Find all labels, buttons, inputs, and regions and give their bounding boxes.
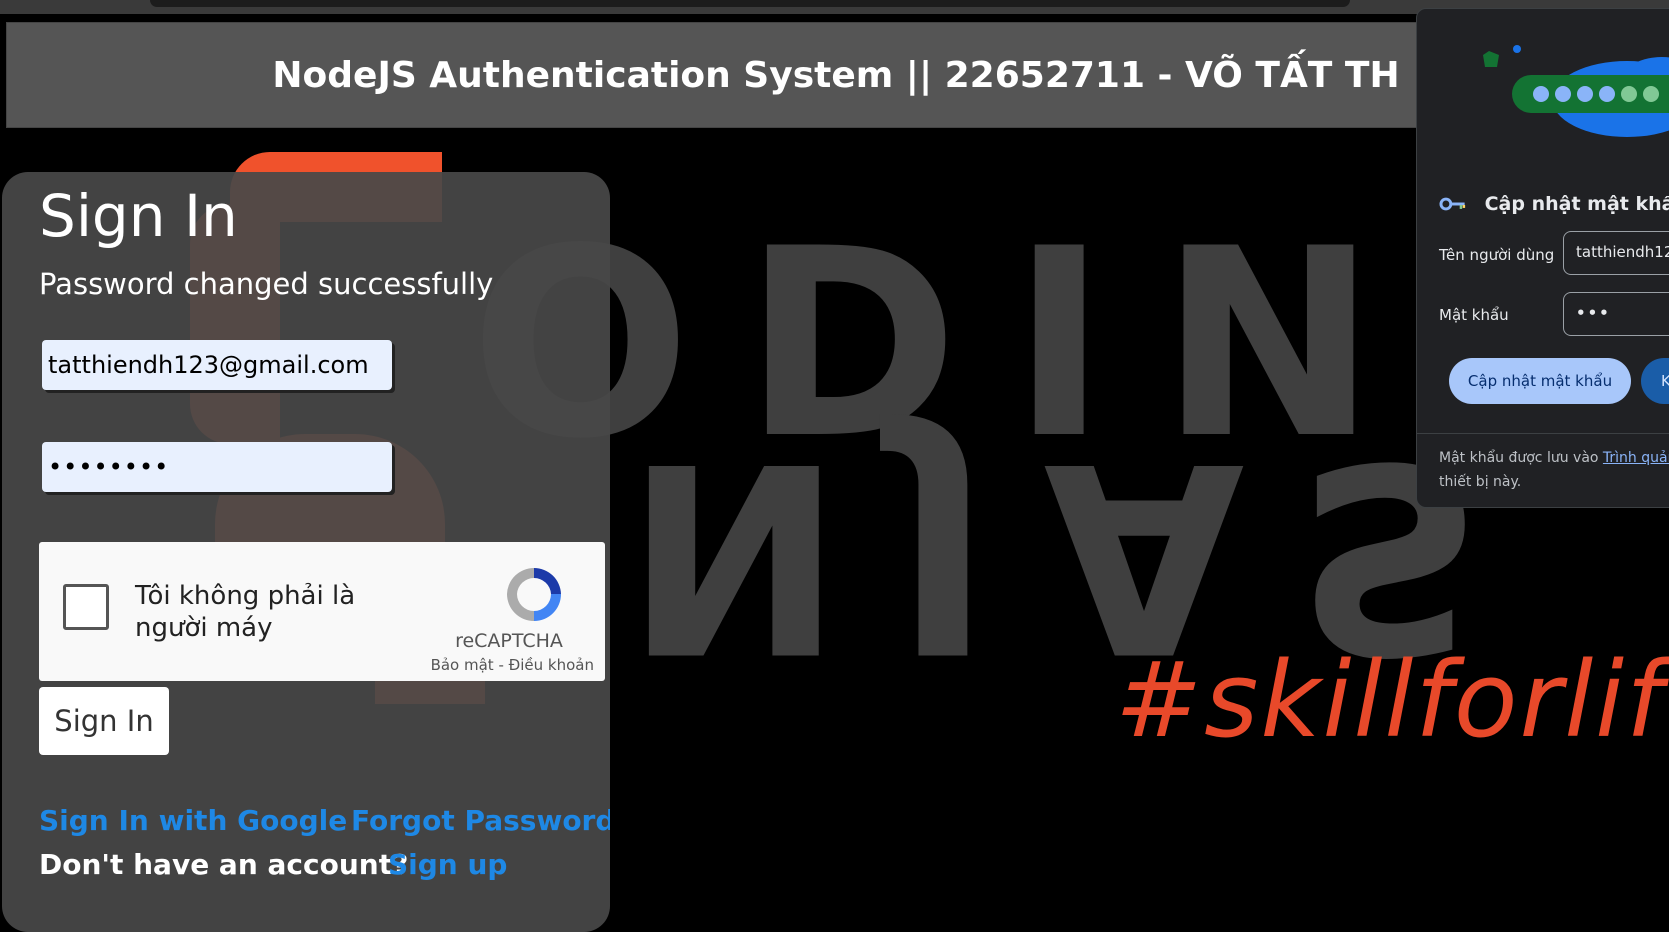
password-field[interactable]: ••• [1563, 292, 1669, 336]
username-field[interactable]: tatthiendh123 [1563, 231, 1669, 275]
no-account-text: Don't have an account? [39, 848, 409, 881]
success-message: Password changed successfully [39, 267, 494, 301]
recaptcha-brand: reCAPTCHA [455, 630, 563, 652]
logo-slogan: #skillforlife [1115, 639, 1669, 761]
signup-link[interactable]: Sign up [388, 848, 507, 881]
recaptcha-links[interactable]: Bảo mật - Điều khoản [414, 656, 594, 674]
password-manager-link[interactable]: Trình quản [1603, 450, 1669, 466]
recaptcha-widget: Tôi không phải là người máy reCAPTCHA Bả… [39, 542, 605, 681]
password-update-popup: Cập nhật mật khẩu? Tên người dùng tatthi… [1416, 8, 1669, 508]
signin-google-link[interactable]: Sign In with Google [39, 804, 347, 837]
footer-text: Mật khẩu được lưu vào [1439, 450, 1603, 466]
key-icon [1439, 197, 1466, 211]
password-input[interactable] [42, 442, 392, 492]
recaptcha-checkbox[interactable] [63, 584, 109, 630]
recaptcha-icon [507, 568, 561, 621]
popup-divider [1417, 433, 1669, 434]
password-label: Mật khẩu [1439, 306, 1509, 324]
email-input[interactable] [42, 340, 392, 390]
popup-footer: Mật khẩu được lưu vào Trình quản thiết b… [1439, 446, 1669, 494]
address-bar[interactable] [150, 0, 1350, 7]
forgot-password-link[interactable]: Forgot Password? [351, 804, 610, 837]
page-title: NodeJS Authentication System || 22652711… [272, 54, 1400, 96]
signin-panel: Sign In Password changed successfully Tô… [2, 172, 610, 932]
update-password-button[interactable]: Cập nhật mật khẩu [1449, 358, 1631, 404]
popup-illustration [1483, 45, 1669, 137]
recaptcha-label: Tôi không phải là người máy [135, 581, 356, 643]
footer-text-2: thiết bị này. [1439, 474, 1522, 490]
page-header: NodeJS Authentication System || 22652711… [6, 22, 1436, 128]
signin-button[interactable]: Sign In [39, 687, 169, 755]
secondary-button[interactable]: K [1641, 358, 1669, 404]
signin-title: Sign In [39, 182, 238, 250]
popup-title: Cập nhật mật khẩu? [1484, 193, 1669, 215]
popup-title-row: Cập nhật mật khẩu? [1439, 187, 1669, 221]
username-label: Tên người dùng [1439, 246, 1555, 264]
